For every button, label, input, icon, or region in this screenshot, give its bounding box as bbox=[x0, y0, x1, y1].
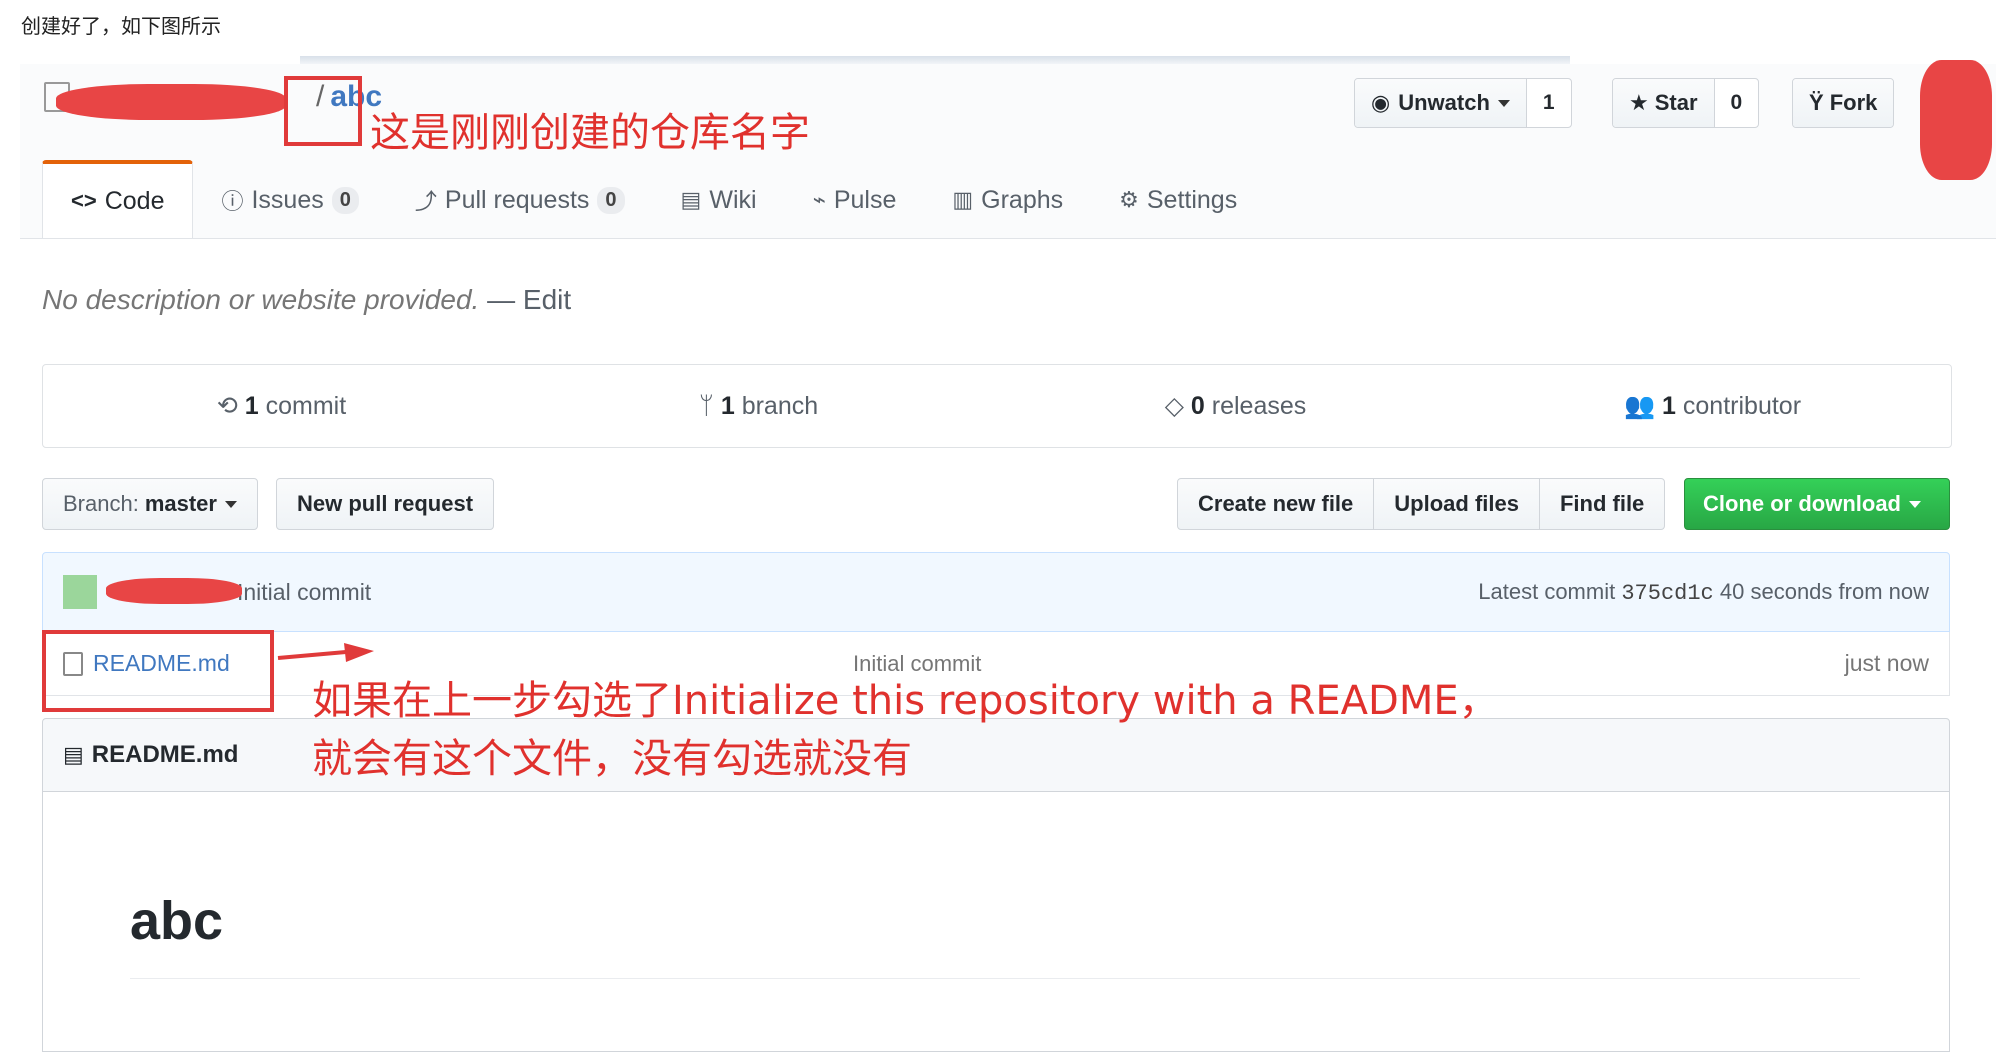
clone-or-download-button[interactable]: Clone or download bbox=[1684, 478, 1950, 530]
star-icon: ★ bbox=[1629, 90, 1649, 115]
branches-number: 1 bbox=[720, 391, 735, 420]
contributors-label: contributor bbox=[1682, 391, 1802, 420]
fork-icon: Ÿ bbox=[1809, 90, 1824, 115]
chevron-down-icon bbox=[224, 500, 237, 508]
commits-number: 1 bbox=[244, 392, 259, 420]
description-text: No description or website provided. bbox=[42, 284, 480, 315]
tab-code[interactable]: <> Code bbox=[42, 160, 194, 238]
annotation-box-repo-name bbox=[284, 76, 362, 146]
tab-issues[interactable]: ⓘ Issues 0 bbox=[193, 162, 386, 238]
star-label: Star bbox=[1654, 90, 1698, 115]
latest-commit-prefix: Latest commit bbox=[1478, 578, 1616, 604]
tab-pulse[interactable]: ⌁ Pulse bbox=[785, 162, 925, 238]
branch-prefix: Branch: bbox=[63, 491, 139, 516]
unwatch-button[interactable]: ◉ Unwatch bbox=[1355, 79, 1526, 127]
arrow-head bbox=[344, 643, 374, 662]
releases-link[interactable]: ◇ 0 releases bbox=[997, 391, 1474, 421]
tab-wiki[interactable]: ▤ Wiki bbox=[653, 162, 785, 238]
tab-graphs[interactable]: ▥ Graphs bbox=[924, 162, 1091, 238]
branches-link[interactable]: ᛘ 1 branch bbox=[520, 392, 997, 421]
tab-label: Code bbox=[104, 186, 165, 215]
people-icon: 👥 bbox=[1623, 391, 1656, 420]
commit-sha-link[interactable]: 375cd1c bbox=[1621, 581, 1713, 606]
tab-label: Issues bbox=[251, 185, 324, 214]
new-pull-request-button[interactable]: New pull request bbox=[276, 478, 495, 530]
repo-summary: ⟲ 1 commit ᛘ 1 branch ◇ 0 releases 👥 1 c… bbox=[42, 364, 1952, 448]
commits-link[interactable]: ⟲ 1 commit bbox=[43, 391, 520, 421]
file-actions-group: Create new file Upload files Find file bbox=[1177, 478, 1666, 530]
tab-label: Graphs bbox=[981, 185, 1064, 214]
annotation-box-readme-file bbox=[42, 630, 274, 712]
latest-commit-info: Latest commit 375cd1c 40 seconds from no… bbox=[1478, 579, 1929, 606]
commits-label: commit bbox=[265, 392, 347, 420]
book-icon: ▤ bbox=[63, 742, 84, 767]
redaction-scribble bbox=[106, 578, 242, 604]
redaction-scribble bbox=[56, 84, 286, 120]
clone-label: Clone or download bbox=[1703, 491, 1901, 516]
readme-title: ▤ README.md bbox=[63, 741, 238, 769]
fork-label: Fork bbox=[1829, 90, 1878, 115]
tab-pull-requests[interactable]: ⤴ Pull requests 0 bbox=[387, 162, 653, 238]
pull-requests-count: 0 bbox=[597, 186, 625, 214]
annotation-repo-note: 这是刚刚创建的仓库名字 bbox=[370, 110, 810, 156]
eye-icon: ◉ bbox=[1371, 90, 1391, 115]
latest-commit-bar: Initial commit Latest commit 375cd1c 40 … bbox=[42, 552, 1950, 632]
readme-divider bbox=[130, 978, 1860, 979]
branch-select-button[interactable]: Branch: master bbox=[42, 478, 258, 530]
branch-icon: ᛘ bbox=[698, 391, 714, 420]
tab-settings[interactable]: ⚙ Settings bbox=[1091, 162, 1265, 238]
book-icon: ▤ bbox=[680, 187, 702, 212]
tab-label: Wiki bbox=[709, 185, 757, 214]
commit-age: 40 seconds from now bbox=[1719, 578, 1929, 604]
annotation-readme-note-line1: 如果在上一步勾选了Initialize this repository with… bbox=[312, 678, 1499, 724]
contributors-number: 1 bbox=[1662, 391, 1676, 420]
code-icon: <> bbox=[71, 188, 97, 213]
avatar[interactable] bbox=[63, 575, 97, 609]
commit-message-link[interactable]: Initial commit bbox=[237, 579, 371, 606]
redaction-scribble bbox=[1920, 60, 1992, 180]
star-count[interactable]: 0 bbox=[1713, 79, 1759, 127]
annotation-arrow bbox=[277, 643, 374, 662]
graph-icon: ▥ bbox=[952, 187, 974, 212]
arrow-shaft bbox=[277, 650, 347, 660]
star-button[interactable]: ★ Star bbox=[1613, 79, 1714, 127]
tab-label: Settings bbox=[1146, 185, 1238, 214]
caption-text: 创建好了，如下图所示 bbox=[21, 14, 221, 38]
fork-button-group: Ÿ Fork bbox=[1792, 78, 1895, 128]
tab-label: Pulse bbox=[833, 185, 897, 214]
pulse-icon: ⌁ bbox=[812, 187, 826, 212]
watch-button-group: ◉ Unwatch 1 bbox=[1354, 78, 1572, 128]
readme-heading: abc bbox=[130, 891, 224, 951]
issues-count: 0 bbox=[331, 186, 359, 214]
repo-description: No description or website provided. — Ed… bbox=[42, 284, 571, 316]
pull-request-icon: ⤴ bbox=[414, 189, 437, 214]
star-button-group: ★ Star 0 bbox=[1612, 78, 1760, 128]
fork-button[interactable]: Ÿ Fork bbox=[1793, 79, 1894, 127]
releases-number: 0 bbox=[1190, 392, 1205, 420]
releases-label: releases bbox=[1211, 392, 1307, 420]
file-age: just now bbox=[1844, 650, 1929, 676]
contributors-link[interactable]: 👥 1 contributor bbox=[1474, 392, 1951, 421]
history-icon: ⟲ bbox=[216, 392, 238, 420]
readme-body bbox=[42, 792, 1950, 1052]
watch-count[interactable]: 1 bbox=[1525, 79, 1571, 127]
upload-files-button[interactable]: Upload files bbox=[1373, 478, 1540, 530]
browser-strip bbox=[300, 56, 1570, 64]
annotation-readme-note-line2: 就会有这个文件，没有勾选就没有 bbox=[312, 736, 912, 782]
tag-icon: ◇ bbox=[1164, 392, 1184, 420]
issue-icon: ⓘ bbox=[221, 189, 244, 214]
chevron-down-icon bbox=[1497, 99, 1510, 107]
branches-label: branch bbox=[741, 391, 819, 420]
unwatch-label: Unwatch bbox=[1398, 90, 1490, 115]
edit-description-link[interactable]: — Edit bbox=[487, 284, 571, 315]
tab-label: Pull requests bbox=[444, 185, 590, 214]
readme-title-text: README.md bbox=[91, 741, 239, 768]
chevron-down-icon bbox=[1909, 500, 1921, 508]
repo-nav-tabs: <> Code ⓘ Issues 0 ⤴ Pull requests 0 ▤ W… bbox=[42, 160, 1265, 238]
branch-value: master bbox=[144, 491, 217, 516]
find-file-button[interactable]: Find file bbox=[1538, 478, 1666, 530]
gear-icon: ⚙ bbox=[1119, 187, 1139, 212]
create-new-file-button[interactable]: Create new file bbox=[1177, 478, 1375, 530]
